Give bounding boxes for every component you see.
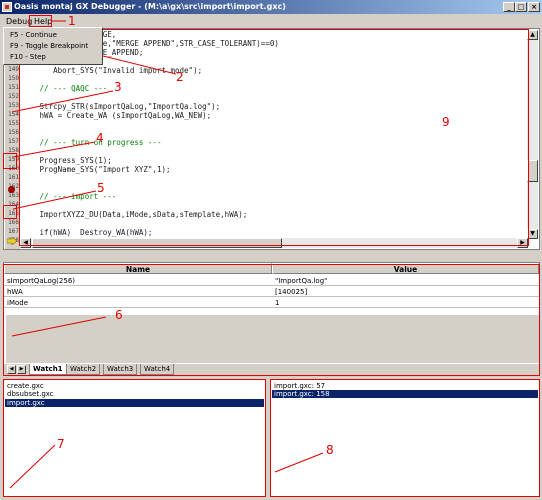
callout-3: 3 <box>114 80 122 94</box>
callout-7: 7 <box>57 437 65 451</box>
callout-9: 9 <box>442 115 450 129</box>
line-number: 153 <box>8 102 19 109</box>
menu-bar: Debug Help <box>0 14 542 28</box>
debug-dropdown-menu: F5 - Continue F9 - Toggle Breakpoint F10… <box>3 27 103 65</box>
line-number: 161 <box>8 174 19 181</box>
maximize-button[interactable]: □ <box>515 2 527 12</box>
window-title: Oasis montaj GX Debugger - (M:\a\gx\src\… <box>14 2 286 11</box>
app-icon <box>2 2 12 12</box>
line-number: 163 <box>8 192 19 199</box>
line-number: 152 <box>8 93 19 100</box>
callout-5: 5 <box>97 181 105 195</box>
line-number: 154 <box>8 111 19 118</box>
menu-continue[interactable]: F5 - Continue <box>4 30 102 41</box>
callout-box-watch <box>3 264 540 376</box>
window-titlebar: Oasis montaj GX Debugger - (M:\a\gx\src\… <box>0 0 542 14</box>
callout-4: 4 <box>96 131 104 145</box>
callout-box-help-menu <box>29 15 52 27</box>
minimize-button[interactable]: _ <box>503 2 515 12</box>
menu-toggle-breakpoint[interactable]: F9 - Toggle Breakpoint <box>4 41 102 52</box>
line-number: 167 <box>8 228 19 235</box>
line-number: 155 <box>8 120 19 127</box>
line-number: 150 <box>8 75 19 82</box>
line-number: 157 <box>8 138 19 145</box>
line-number: 156 <box>8 129 19 136</box>
callout-2: 2 <box>176 70 184 84</box>
line-number: 149 <box>8 66 19 73</box>
callout-box-current-line <box>3 205 17 219</box>
callout-box-callstack <box>270 379 540 497</box>
line-number: 151 <box>8 84 19 91</box>
line-number: 166 <box>8 219 19 226</box>
callout-6: 6 <box>115 308 123 322</box>
current-line-arrow-icon <box>7 237 17 245</box>
breakpoint-icon[interactable] <box>8 186 15 193</box>
callout-box-files <box>3 379 266 497</box>
menu-step[interactable]: F10 - Step <box>4 52 102 63</box>
callout-8: 8 <box>326 443 334 457</box>
callout-box-breakpoint <box>3 153 17 169</box>
callout-1: 1 <box>68 14 76 28</box>
close-button[interactable]: × <box>528 2 540 12</box>
